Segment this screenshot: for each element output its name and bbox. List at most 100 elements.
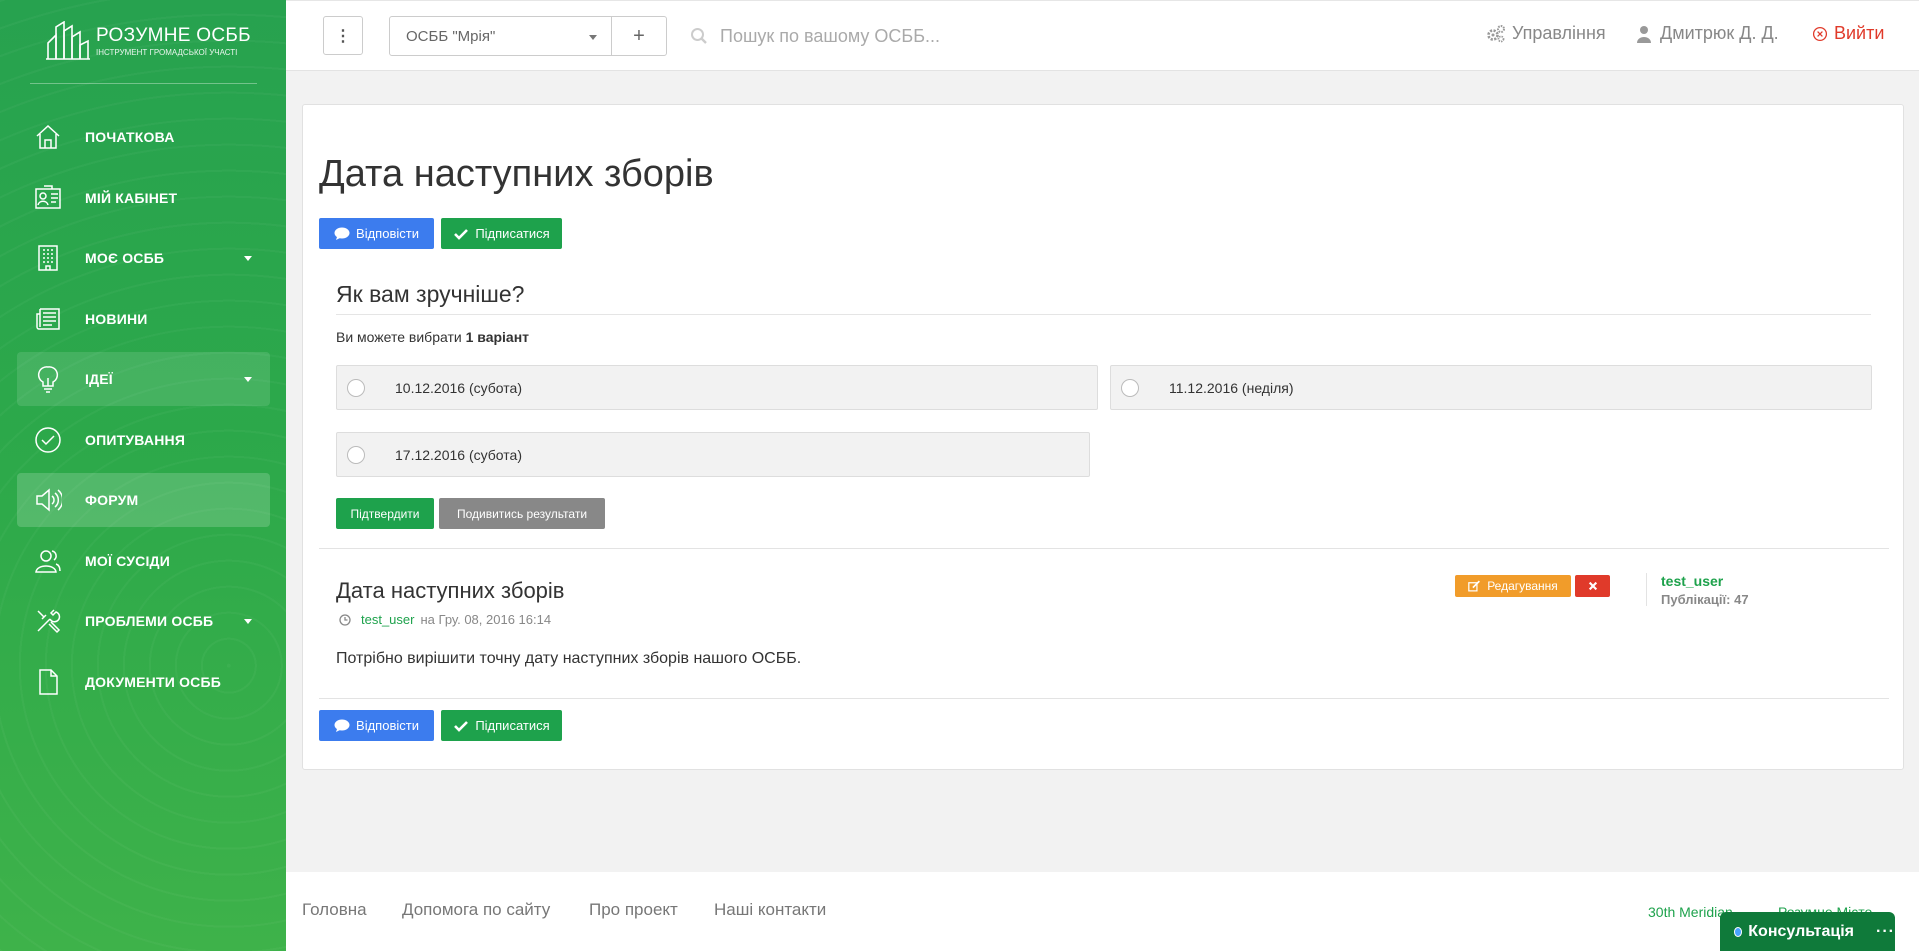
close-circle-icon [1812,26,1828,41]
sidebar-item-documents[interactable]: ДОКУМЕНТИ ОСББ [17,655,270,709]
id-card-icon [33,183,63,213]
sidebar-item-label: МОЇ СУСІДИ [85,552,170,569]
sidebar-nav: ПОЧАТКОВА МІЙ КАБІНЕТ МОЄ ОСББ НОВИНИ ІД… [17,110,270,715]
logout-label: Вийти [1834,23,1885,43]
chevron-down-icon [589,35,597,40]
radio-button[interactable] [1121,378,1139,397]
footer: Головна Допомога по сайту Про проект Наш… [286,872,1919,951]
radio-button[interactable] [347,378,365,397]
chevron-down-icon [244,256,252,261]
newspaper-icon [33,304,63,334]
user-name: Дмитрюк Д. Д. [1660,23,1779,43]
sidebar-item-label: ІДЕЇ [85,371,113,387]
building-icon [33,243,63,273]
subscribe-label: Підписатися [475,226,550,241]
view-results-button[interactable]: Подивитись результати [439,498,605,529]
lightbulb-icon [33,364,63,394]
more-options-icon[interactable]: ··· [1876,923,1895,941]
post-date: на Гру. 08, 2016 16:14 [420,612,552,627]
user-menu[interactable]: Дмитрюк Д. Д. [1634,23,1779,44]
logo-divider [30,83,257,84]
poll-option[interactable]: 10.12.2016 (субота) [336,365,1098,410]
brand-logo[interactable]: РОЗУМНЕ ОСББ ІНСТРУМЕНТ ГРОМАДСЬКОЇ УЧАС… [46,20,251,62]
poll-hint-text: Ви можете вибрати [336,329,462,345]
edit-post-button[interactable]: Редагування [1455,575,1571,597]
close-icon [1588,581,1597,591]
poll-option[interactable]: 11.12.2016 (неділя) [1110,365,1872,410]
sidebar-item-home[interactable]: ПОЧАТКОВА [17,110,270,164]
sidebar: РОЗУМНЕ ОСББ ІНСТРУМЕНТ ГРОМАДСЬКОЇ УЧАС… [0,0,286,951]
search-bar [690,16,1110,56]
author-info: test_user Публікації: 47 [1646,573,1749,607]
sidebar-item-cabinet[interactable]: МІЙ КАБІНЕТ [17,171,270,225]
post-body: Потрібно вирішити точну дату наступних з… [336,650,802,667]
reply-label: Відповісти [356,226,419,241]
delete-post-button[interactable] [1575,575,1610,597]
online-status-icon [1734,926,1743,937]
logout-link[interactable]: Вийти [1812,23,1884,44]
clock-icon [339,613,351,626]
confirm-vote-button[interactable]: Підтвердити [336,498,434,529]
post-meta: test_user на Гру. 08, 2016 16:14 [339,612,551,627]
poll-hint: Ви можете вибрати 1 варіант [336,329,529,345]
sidebar-item-label: ДОКУМЕНТИ ОСББ [85,673,222,690]
footer-link-home[interactable]: Головна [302,900,367,920]
poll-question: Як вам зручніше? [336,281,525,307]
consultation-widget[interactable]: Консультація ··· [1720,912,1895,951]
edit-label: Редагування [1487,579,1558,593]
logo-buildings-icon [46,21,90,60]
sidebar-item-forum[interactable]: ФОРУМ [17,473,270,527]
reply-button-bottom[interactable]: Відповісти [319,710,434,741]
footer-link-contacts[interactable]: Наші контакти [714,900,826,920]
brand-subtitle: ІНСТРУМЕНТ ГРОМАДСЬКОЇ УЧАСТІ [96,48,238,57]
sidebar-item-polls[interactable]: ОПИТУВАННЯ [17,413,270,467]
sidebar-item-problems[interactable]: ПРОБЛЕМИ ОСББ [17,594,270,648]
megaphone-icon [33,485,63,515]
consultation-label: Консультація [1748,922,1855,940]
gears-icon [1487,24,1505,42]
home-icon [33,122,63,152]
comment-icon [334,719,350,732]
add-osbb-button[interactable]: + [611,16,667,56]
author-publications: Публікації: 47 [1661,592,1749,607]
post-author-link[interactable]: test_user [361,612,414,627]
sidebar-item-label: НОВИНИ [85,310,148,327]
author-name-link[interactable]: test_user [1661,573,1749,589]
manage-label: Управління [1512,23,1606,43]
top-bar: ⋮ ОСББ "Мрія" + Управління Дмитрюк Д. Д.… [286,0,1919,71]
more-menu-button[interactable]: ⋮ [323,16,363,55]
users-icon [33,546,63,576]
reply-button[interactable]: Відповісти [319,218,434,249]
post-title: Дата наступних зборів [336,578,565,603]
check-icon [454,228,469,240]
comment-icon [334,227,350,240]
sidebar-item-label: МІЙ КАБІНЕТ [85,189,178,206]
poll-option-label: 17.12.2016 (субота) [395,446,522,463]
subscribe-button[interactable]: Підписатися [441,218,562,249]
subscribe-button-bottom[interactable]: Підписатися [441,710,562,741]
poll-option-label: 10.12.2016 (субота) [395,379,522,396]
chevron-down-icon [244,377,252,382]
search-icon [691,28,707,44]
chevron-down-icon [244,619,252,624]
search-input[interactable] [720,25,1080,47]
topic-panel: Дата наступних зборів Відповісти Підписа… [302,104,1904,770]
check-circle-icon [33,425,63,455]
radio-button[interactable] [347,445,365,464]
sidebar-item-news[interactable]: НОВИНИ [17,292,270,346]
page-title: Дата наступних зборів [319,153,714,195]
sidebar-item-ideas[interactable]: ІДЕЇ [17,352,270,406]
sidebar-item-my-osbb[interactable]: МОЄ ОСББ [17,231,270,285]
footer-link-help[interactable]: Допомога по сайту [402,900,550,920]
sidebar-item-neighbors[interactable]: МОЇ СУСІДИ [17,534,270,588]
osbb-select[interactable]: ОСББ "Мрія" [389,16,612,56]
manage-link[interactable]: Управління [1486,23,1606,44]
sidebar-item-label: ФОРУМ [85,492,139,508]
sidebar-item-label: ОПИТУВАННЯ [85,431,186,448]
poll-option-label: 11.12.2016 (неділя) [1169,379,1294,396]
footer-link-about[interactable]: Про проект [589,900,678,920]
user-icon [1637,25,1651,43]
poll-hint-count: 1 варіант [465,329,530,345]
poll-divider [336,314,1871,315]
poll-option[interactable]: 17.12.2016 (субота) [336,432,1090,477]
